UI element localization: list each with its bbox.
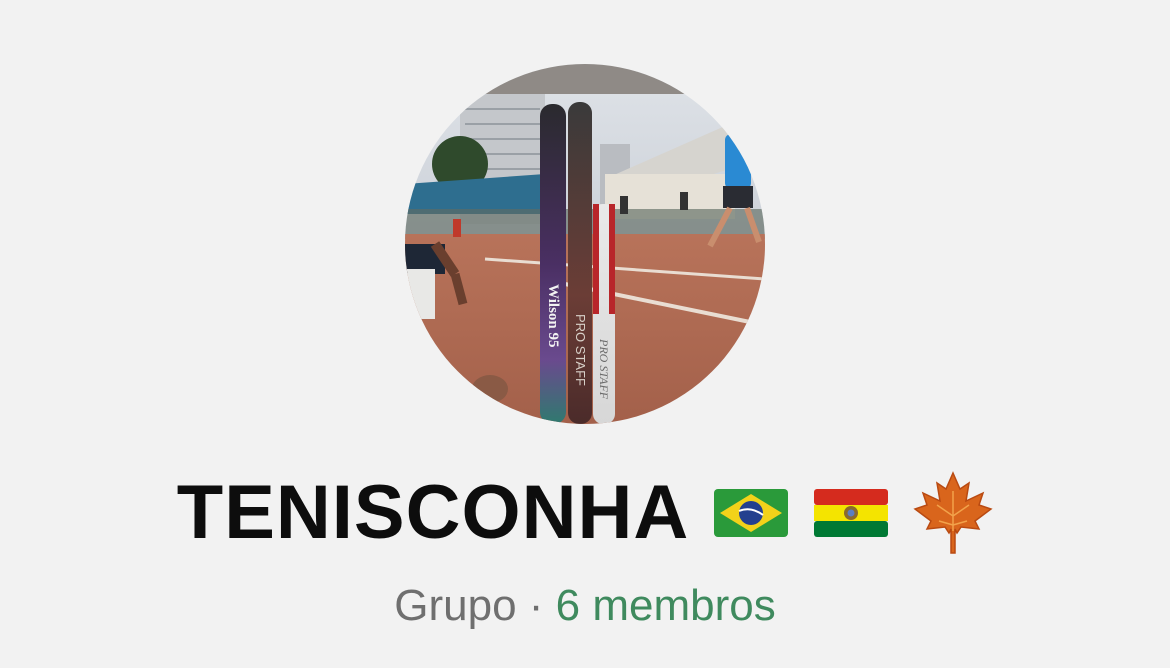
maple-leaf-icon [913, 471, 993, 554]
racquet-wilson: Wilson 95 [540, 104, 566, 424]
subtitle-separator: · [516, 581, 556, 630]
racquet-label-wilson: Wilson 95 [545, 284, 561, 348]
group-type-label: Grupo [394, 581, 517, 630]
racquet-prostaff-white: PRO STAFF [593, 204, 615, 424]
racquet-label-prostaff-2: PRO STAFF [597, 338, 611, 400]
racquet-prostaff-dark: PRO STAFF [568, 102, 592, 424]
group-name: TENISCONHA [176, 470, 690, 555]
brazil-flag-icon [714, 489, 789, 537]
group-avatar[interactable]: Wilson 95 PRO STAFF PRO STAFF [405, 64, 765, 424]
group-title-row: TENISCONHA [0, 468, 1170, 558]
bolivia-flag-icon [814, 489, 889, 537]
racquet-label-prostaff-1: PRO STAFF [573, 314, 588, 386]
group-subtitle: Grupo · 6 membros [0, 578, 1170, 634]
members-count-link[interactable]: 6 membros [556, 581, 776, 630]
